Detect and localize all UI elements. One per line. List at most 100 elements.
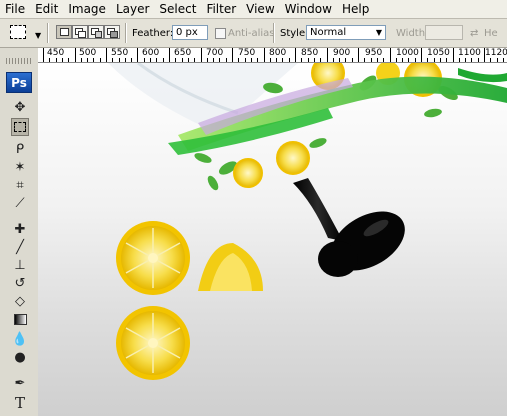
ruler-tick — [383, 58, 384, 62]
dodge-tool-icon[interactable]: ● — [11, 348, 29, 366]
ruler-tick — [339, 58, 340, 62]
add-to-selection-button[interactable] — [72, 25, 88, 39]
rectangular-marquee-tool-icon[interactable] — [11, 118, 29, 136]
options-separator — [125, 23, 127, 43]
ruler-tick — [49, 58, 50, 62]
ruler-tick — [68, 58, 69, 62]
subtract-from-selection-button[interactable] — [88, 25, 104, 39]
photoshop-logo[interactable]: Ps — [6, 72, 32, 93]
clone-stamp-tool-icon[interactable]: ⊥ — [11, 256, 29, 274]
menu-select[interactable]: Select — [154, 0, 201, 18]
feather-input[interactable]: 0 px — [172, 25, 208, 40]
healing-brush-tool-icon[interactable]: ✚ — [11, 220, 29, 238]
ruler-tick — [182, 58, 183, 62]
ruler-tick — [484, 48, 485, 62]
ruler-tick — [207, 58, 208, 62]
horizontal-ruler[interactable]: 450 500 550 600 650 700 750 800 850 900 … — [38, 48, 507, 63]
ruler-tick — [345, 58, 346, 62]
chevron-down-icon: ▼ — [375, 28, 382, 37]
eraser-tool-icon[interactable]: ◇ — [11, 292, 29, 310]
ruler-tick — [264, 48, 265, 62]
ruler-label: 700 — [206, 48, 224, 58]
pen-tool-icon[interactable]: ✒ — [11, 374, 29, 392]
blur-tool-icon[interactable]: 💧 — [11, 330, 29, 348]
ruler-tick — [497, 58, 498, 62]
ruler-tick — [81, 58, 82, 62]
ruler-tick — [301, 58, 302, 62]
ruler-tick — [175, 58, 176, 62]
menu-filter[interactable]: Filter — [201, 0, 241, 18]
chevron-down-icon[interactable]: ▼ — [35, 31, 41, 40]
eyedropper-tool-icon[interactable]: ⟋ — [11, 194, 29, 212]
ruler-tick — [93, 58, 94, 62]
lemon-glass-artwork — [108, 63, 507, 380]
toolbox-grip[interactable] — [6, 58, 32, 64]
ruler-tick — [163, 58, 164, 62]
menu-bar: File Edit Image Layer Select Filter View… — [0, 0, 507, 19]
ruler-tick — [119, 58, 120, 62]
feather-label: Feather: — [132, 27, 174, 39]
ruler-tick — [201, 48, 202, 62]
menu-file[interactable]: File — [0, 0, 30, 18]
ruler-tick — [364, 58, 365, 62]
ruler-tick — [459, 58, 460, 62]
gradient-tool-icon[interactable] — [11, 310, 29, 328]
width-label: Width: — [396, 27, 429, 39]
ruler-tick — [43, 48, 44, 62]
brush-tool-icon[interactable]: ╱ — [11, 238, 29, 256]
lasso-tool-icon[interactable]: ᑭ — [11, 140, 29, 158]
ruler-tick — [327, 48, 328, 62]
ruler-tick — [276, 58, 277, 62]
height-label: He — [484, 27, 498, 39]
ruler-tick — [446, 58, 447, 62]
ruler-tick — [169, 48, 170, 62]
ruler-tick — [100, 58, 101, 62]
ruler-label: 750 — [238, 48, 256, 58]
ruler-tick — [289, 58, 290, 62]
ruler-tick — [314, 58, 315, 62]
ruler-label: 800 — [269, 48, 287, 58]
tool-preset-picker[interactable] — [10, 25, 26, 39]
ruler-tick — [226, 58, 227, 62]
ruler-tick — [352, 58, 353, 62]
menu-help[interactable]: Help — [337, 0, 374, 18]
menu-edit[interactable]: Edit — [30, 0, 63, 18]
ruler-tick — [75, 48, 76, 62]
history-brush-tool-icon[interactable]: ↺ — [11, 274, 29, 292]
new-selection-button[interactable] — [56, 25, 72, 39]
ruler-label: 950 — [365, 48, 383, 58]
type-tool-icon[interactable]: T — [11, 394, 29, 412]
ruler-tick — [440, 58, 441, 62]
ruler-tick — [245, 58, 246, 62]
ruler-tick — [371, 58, 372, 62]
options-separator — [273, 23, 275, 43]
ruler-tick — [106, 48, 107, 62]
ruler-tick — [144, 58, 145, 62]
toolbox: Ps ✥ ᑭ ✶ ⌗ ⟋ ✚ ╱ ⊥ ↺ ◇ 💧 ● ✒ T — [0, 48, 39, 416]
ruler-tick — [150, 58, 151, 62]
menu-window[interactable]: Window — [280, 0, 337, 18]
move-tool-icon[interactable]: ✥ — [11, 98, 29, 116]
ruler-tick — [408, 58, 409, 62]
menu-view[interactable]: View — [241, 0, 279, 18]
menu-layer[interactable]: Layer — [111, 0, 154, 18]
antialias-label: Anti-alias — [228, 27, 275, 39]
ruler-tick — [434, 58, 435, 62]
ruler-tick — [478, 58, 479, 62]
width-input[interactable] — [425, 25, 463, 40]
magic-wand-tool-icon[interactable]: ✶ — [11, 158, 29, 176]
menu-image[interactable]: Image — [63, 0, 111, 18]
ruler-tick — [137, 48, 138, 62]
ruler-tick — [333, 58, 334, 62]
ruler-tick — [270, 58, 271, 62]
style-select[interactable]: Normal ▼ — [306, 25, 386, 40]
document-canvas[interactable] — [38, 63, 507, 416]
swap-icon[interactable]: ⇄ — [470, 19, 478, 47]
ruler-tick — [427, 58, 428, 62]
intersect-selection-button[interactable] — [104, 25, 120, 39]
ruler-tick — [131, 58, 132, 62]
antialias-checkbox[interactable] — [215, 28, 226, 39]
crop-tool-icon[interactable]: ⌗ — [11, 176, 29, 194]
ruler-tick — [125, 58, 126, 62]
ruler-tick — [390, 48, 391, 62]
